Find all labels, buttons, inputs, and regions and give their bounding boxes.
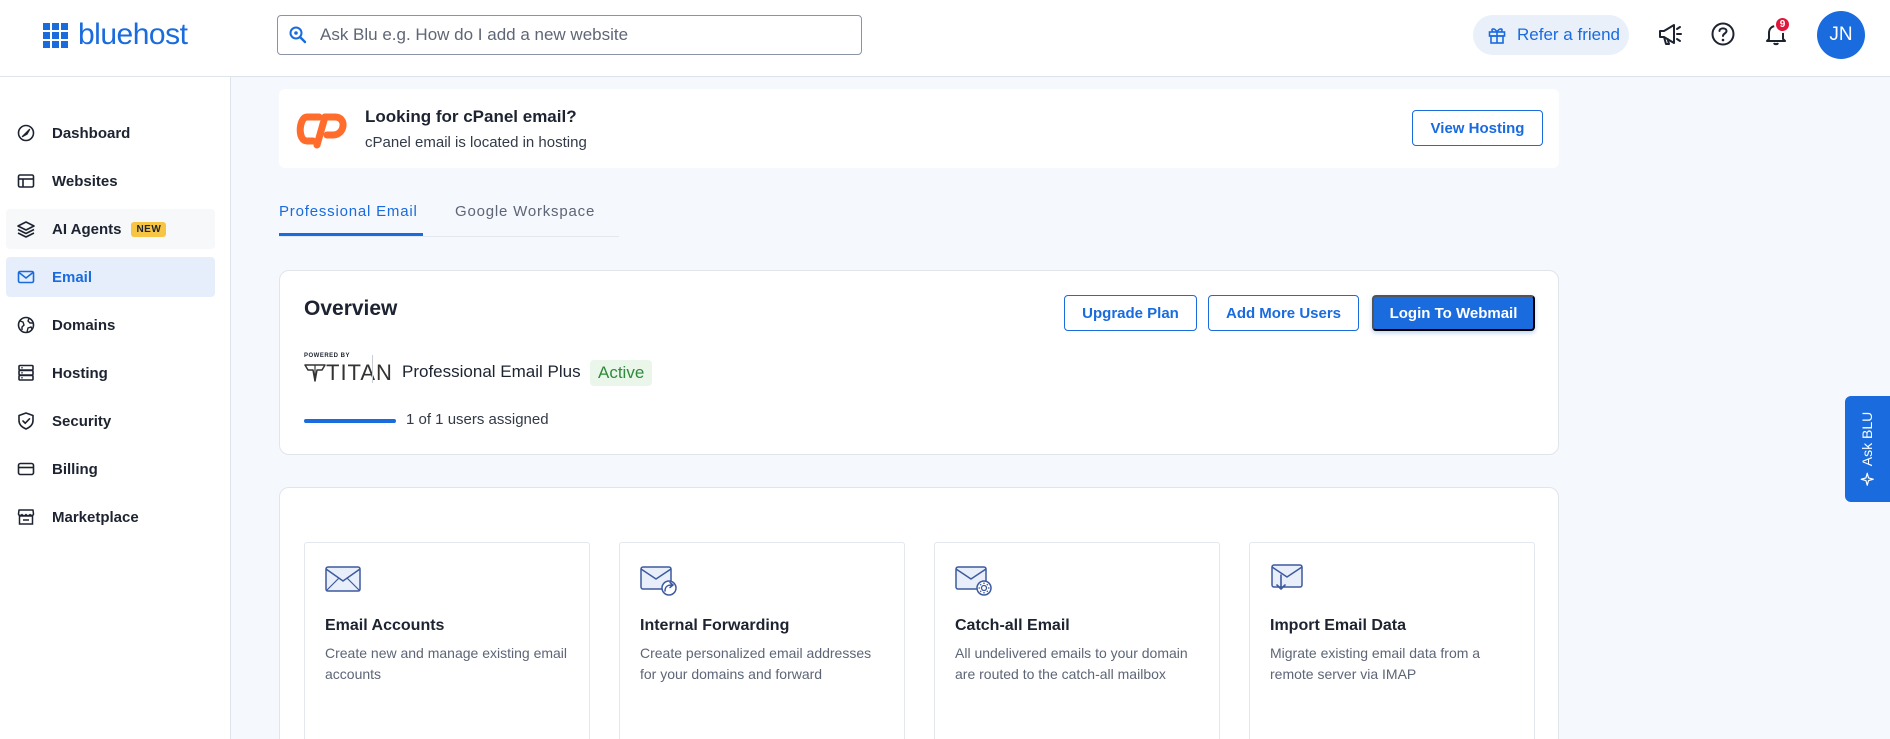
active-tab-indicator: [279, 233, 423, 236]
ask-blu-label: Ask BLU: [1859, 411, 1876, 467]
mail-icon: [17, 270, 35, 284]
feature-title: Email Accounts: [325, 617, 445, 634]
feature-description: Migrate existing email data from a remot…: [1270, 645, 1481, 682]
storefront-icon: [17, 509, 35, 525]
feature-title: Catch-all Email: [955, 617, 1070, 634]
search-input[interactable]: [320, 25, 840, 45]
add-more-users-button[interactable]: Add More Users: [1208, 295, 1359, 331]
sidebar-item-label: Websites: [52, 172, 118, 190]
cpanel-banner-title: Looking for cPanel email?: [365, 107, 577, 126]
help-button[interactable]: [1709, 20, 1737, 48]
feature-card-import-email-data[interactable]: Import Email Data Migrate existing email…: [1249, 542, 1535, 739]
announcements-button[interactable]: [1656, 20, 1684, 48]
sidebar-item-security[interactable]: Security: [6, 401, 215, 441]
sidebar-item-label: Hosting: [52, 364, 108, 382]
dashboard-icon: [17, 124, 35, 142]
top-header: bluehost Refer a friend: [0, 0, 1890, 77]
feature-description: Create new and manage existing email acc…: [325, 645, 568, 682]
feature-title: Import Email Data: [1270, 617, 1407, 634]
plan-name: Professional Email Plus: [402, 362, 581, 381]
login-to-webmail-button[interactable]: Login To Webmail: [1372, 295, 1535, 331]
import-envelope-icon: [1271, 564, 1303, 590]
titan-logo: POWERED BY TITAN: [304, 353, 393, 386]
sidebar-item-domains[interactable]: Domains: [6, 305, 215, 345]
sidebar-item-websites[interactable]: Websites: [6, 161, 215, 201]
sidebar-item-ai-agents[interactable]: AI Agents NEW: [6, 209, 215, 249]
overview-card: Overview Upgrade Plan Add More Users Log…: [279, 270, 1559, 455]
sidebar-item-label: AI Agents: [52, 220, 122, 238]
bluehost-logo[interactable]: bluehost: [43, 18, 188, 52]
forward-envelope-icon: [640, 566, 677, 596]
sidebar-item-label: Domains: [52, 316, 116, 334]
gift-icon: [1488, 28, 1506, 44]
sparkle-icon: [1860, 472, 1875, 486]
logo-divider: [372, 355, 373, 383]
ask-blu-button[interactable]: Ask BLU: [1845, 396, 1890, 502]
server-icon: [18, 364, 34, 381]
tab-google-workspace[interactable]: Google Workspace: [455, 203, 595, 220]
feature-description: All undelivered emails to your domain ar…: [955, 645, 1188, 682]
sidebar-item-label: Email: [52, 268, 93, 286]
grid-logo-icon: [43, 22, 68, 48]
refer-label: Refer a friend: [1517, 25, 1620, 44]
upgrade-plan-button[interactable]: Upgrade Plan: [1064, 295, 1197, 331]
users-progress-bar: [304, 419, 396, 423]
help-icon: [1711, 22, 1735, 46]
email-provider-tabs: Professional Email Google Workspace: [279, 195, 619, 237]
sidebar-item-dashboard[interactable]: Dashboard: [6, 113, 215, 153]
view-hosting-button[interactable]: View Hosting: [1412, 110, 1543, 146]
sidebar-item-billing[interactable]: Billing: [6, 449, 215, 489]
sidebar-item-label: Billing: [52, 460, 98, 478]
search-icon: [289, 26, 307, 44]
sidebar-item-marketplace[interactable]: Marketplace: [6, 497, 215, 537]
new-badge: NEW: [131, 221, 167, 237]
shield-check-icon: [18, 412, 34, 430]
tab-professional-email[interactable]: Professional Email: [279, 203, 418, 220]
search-box[interactable]: [277, 15, 862, 55]
cpanel-email-banner: Looking for cPanel email? cPanel email i…: [279, 89, 1559, 168]
users-assigned-text: 1 of 1 users assigned: [406, 411, 549, 428]
sidebar-item-label: Dashboard: [52, 124, 131, 142]
feature-card-catch-all-email[interactable]: Catch-all Email All undelivered emails t…: [934, 542, 1220, 739]
envelope-icon: [325, 566, 361, 592]
notification-count-badge: 9: [1774, 16, 1791, 33]
cpanel-banner-subtitle: cPanel email is located in hosting: [365, 134, 587, 151]
status-badge: Active: [590, 360, 653, 386]
refer-a-friend-button[interactable]: Refer a friend: [1473, 15, 1629, 55]
sidebar-item-label: Security: [52, 412, 112, 430]
powered-by-label: POWERED BY: [304, 353, 351, 359]
sidebar-item-hosting[interactable]: Hosting: [6, 353, 215, 393]
brand-name: bluehost: [78, 18, 188, 51]
credit-card-icon: [17, 462, 35, 476]
feature-card-email-accounts[interactable]: Email Accounts Create new and manage exi…: [304, 542, 590, 739]
feature-description: Create personalized email addresses for …: [640, 645, 872, 682]
megaphone-icon: [1659, 24, 1682, 45]
feature-title: Internal Forwarding: [640, 617, 790, 634]
sidebar-item-label: Marketplace: [52, 508, 139, 526]
layers-icon: [17, 221, 35, 238]
sidebar-item-email[interactable]: Email: [6, 257, 215, 297]
overview-title: Overview: [304, 297, 398, 320]
globe-icon: [17, 316, 35, 334]
sidebar: Dashboard Websites AI Agents NEW Email D…: [0, 77, 231, 739]
email-features-card: Email Accounts Create new and manage exi…: [279, 487, 1559, 739]
user-avatar[interactable]: JN: [1817, 11, 1865, 59]
titan-t-icon: [304, 364, 326, 382]
cpanel-logo-icon: [296, 113, 347, 149]
feature-card-internal-forwarding[interactable]: Internal Forwarding Create personalized …: [619, 542, 905, 739]
gear-envelope-icon: [955, 566, 992, 596]
titan-wordmark: TITAN: [326, 360, 393, 385]
browser-window-icon: [17, 174, 35, 188]
